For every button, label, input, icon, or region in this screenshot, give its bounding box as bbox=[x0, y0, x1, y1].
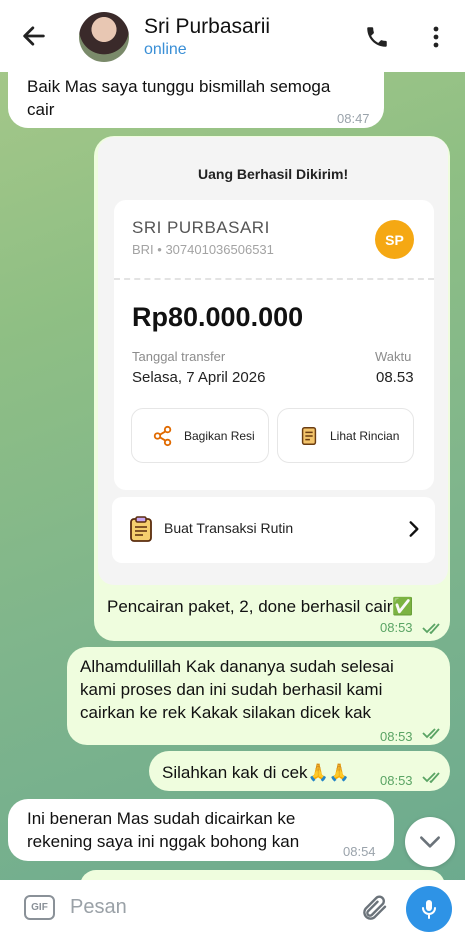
message-line: kami proses dan ini sudah berhasil kami bbox=[80, 680, 383, 699]
receipt-recipient-name: SRI PURBASARI bbox=[132, 218, 270, 237]
contact-status: online bbox=[144, 41, 187, 58]
share-receipt-button[interactable]: Bagikan Resi bbox=[131, 408, 269, 463]
message-input[interactable]: Pesan bbox=[70, 896, 127, 919]
share-icon bbox=[153, 425, 172, 446]
recipient-initials-badge: SP bbox=[375, 220, 414, 259]
message-bubble[interactable]: Alhamdulillah Kak dananya sudah selesai … bbox=[67, 647, 450, 745]
message-line: Baik Mas saya tunggu bismillah semoga bbox=[27, 77, 331, 96]
message-bubble[interactable]: Baik Mas saya tunggu bismillah semoga ca… bbox=[8, 68, 384, 128]
message-caption: Pencairan paket, 2, done berhasil cair✅ bbox=[107, 597, 414, 617]
message-time: 08:54 bbox=[343, 844, 376, 859]
double-check-icon bbox=[422, 772, 440, 783]
message-text-body: Silahkan kak di cek bbox=[162, 763, 308, 782]
message-time: 08:53 bbox=[380, 773, 413, 788]
attach-icon[interactable] bbox=[360, 893, 390, 923]
message-bubble[interactable]: Ini beneran Mas sudah dicairkan ke reken… bbox=[8, 799, 394, 861]
message-line: cairkan ke rek Kakak silakan dicek kak bbox=[80, 703, 372, 722]
message-text: Silahkan kak di cek🙏🙏 bbox=[162, 761, 350, 784]
scroll-to-bottom-button[interactable] bbox=[405, 817, 455, 867]
document-icon bbox=[301, 426, 317, 445]
share-receipt-label: Bagikan Resi bbox=[184, 428, 255, 443]
voice-record-button[interactable] bbox=[406, 886, 452, 932]
receipt-date-label: Tanggal transfer bbox=[132, 349, 226, 364]
receipt-amount: Rp80.000.000 bbox=[132, 302, 304, 332]
message-line: Alhamdulillah Kak dananya sudah selesai bbox=[80, 657, 394, 676]
message-line: cair bbox=[27, 100, 55, 119]
chevron-right-icon bbox=[409, 521, 419, 537]
view-details-label: Lihat Rincian bbox=[330, 428, 400, 443]
caption-text: Pencairan paket, 2, done berhasil cair bbox=[107, 597, 393, 616]
avatar[interactable] bbox=[79, 12, 129, 62]
chat-header: Sri Purbasarii online bbox=[0, 0, 465, 72]
phone-icon[interactable] bbox=[364, 24, 390, 50]
message-time: 08:47 bbox=[337, 111, 370, 126]
more-vert-icon[interactable] bbox=[424, 24, 448, 50]
receipt-time-value: 08.53 bbox=[376, 369, 414, 386]
message-time: 08:53 bbox=[380, 620, 413, 635]
contact-name[interactable]: Sri Purbasarii bbox=[144, 15, 270, 39]
receipt-account: BRI • 307401036506531 bbox=[132, 242, 274, 257]
double-check-icon bbox=[422, 728, 440, 739]
back-arrow-icon[interactable] bbox=[20, 22, 48, 50]
message-bubble[interactable]: Silahkan kak di cek🙏🙏 08:53 bbox=[149, 751, 450, 791]
clipboard-icon bbox=[130, 516, 152, 542]
receipt-date-value: Selasa, 7 April 2026 bbox=[132, 369, 266, 386]
praying-hands-emoji: 🙏🙏 bbox=[307, 763, 350, 782]
check-emoji: ✅ bbox=[392, 597, 414, 616]
microphone-icon bbox=[422, 900, 436, 919]
routine-transaction-label: Buat Transaksi Rutin bbox=[164, 520, 294, 536]
chevron-down-icon bbox=[420, 836, 440, 848]
message-time: 08:53 bbox=[380, 729, 413, 744]
double-check-icon bbox=[422, 623, 440, 634]
receipt-title: Uang Berhasil Dikirim! bbox=[198, 166, 349, 182]
gif-button[interactable]: GIF bbox=[24, 895, 55, 920]
receipt-time-label: Waktu bbox=[375, 349, 412, 364]
message-line: Ini beneran Mas sudah dicairkan ke bbox=[27, 809, 296, 828]
receipt-divider bbox=[114, 278, 434, 280]
message-line: rekening saya ini nggak bohong kan bbox=[27, 832, 300, 851]
view-details-button[interactable]: Lihat Rincian bbox=[277, 408, 414, 463]
